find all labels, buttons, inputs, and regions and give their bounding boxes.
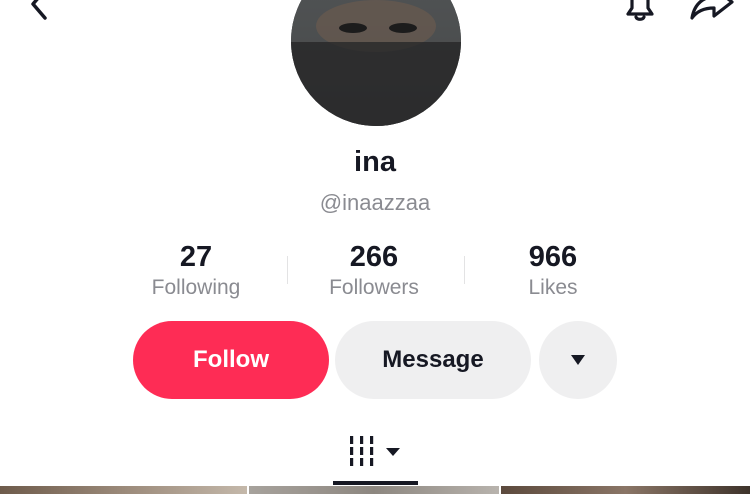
tab-active-indicator <box>333 481 418 485</box>
back-button[interactable] <box>18 0 58 24</box>
avatar-image <box>291 0 461 126</box>
grid-icon <box>349 436 400 466</box>
video-thumbnail[interactable] <box>249 486 499 494</box>
more-options-button[interactable] <box>539 321 617 399</box>
profile-handle: @inaazzaa <box>319 190 431 215</box>
notifications-button[interactable] <box>618 0 662 24</box>
likes-label: Likes <box>528 276 578 299</box>
chevron-left-icon <box>31 0 47 20</box>
following-count: 27 <box>179 241 213 273</box>
bell-icon <box>626 0 654 21</box>
video-thumbnail[interactable] <box>0 486 247 494</box>
avatar[interactable] <box>291 0 461 126</box>
tab-videos[interactable] <box>333 430 418 484</box>
message-button[interactable]: Message <box>335 321 531 399</box>
share-icon <box>690 0 734 20</box>
profile-name: ina <box>354 146 396 178</box>
follow-button[interactable]: Follow <box>133 321 329 399</box>
stat-followers[interactable]: 266 Followers <box>299 240 449 302</box>
profile-screen: ina @inaazzaa 27 Following 266 Followers… <box>0 0 750 494</box>
stat-following[interactable]: 27 Following <box>121 240 271 302</box>
followers-label: Followers <box>329 276 419 299</box>
video-thumbnail[interactable] <box>501 486 750 494</box>
caret-down-icon <box>571 355 585 365</box>
following-label: Following <box>151 276 241 299</box>
share-button[interactable] <box>688 0 736 24</box>
stat-likes: 966 Likes <box>478 240 628 302</box>
stat-divider <box>464 256 465 284</box>
stat-divider <box>287 256 288 284</box>
likes-count: 966 <box>528 241 578 273</box>
followers-count: 266 <box>349 241 399 273</box>
